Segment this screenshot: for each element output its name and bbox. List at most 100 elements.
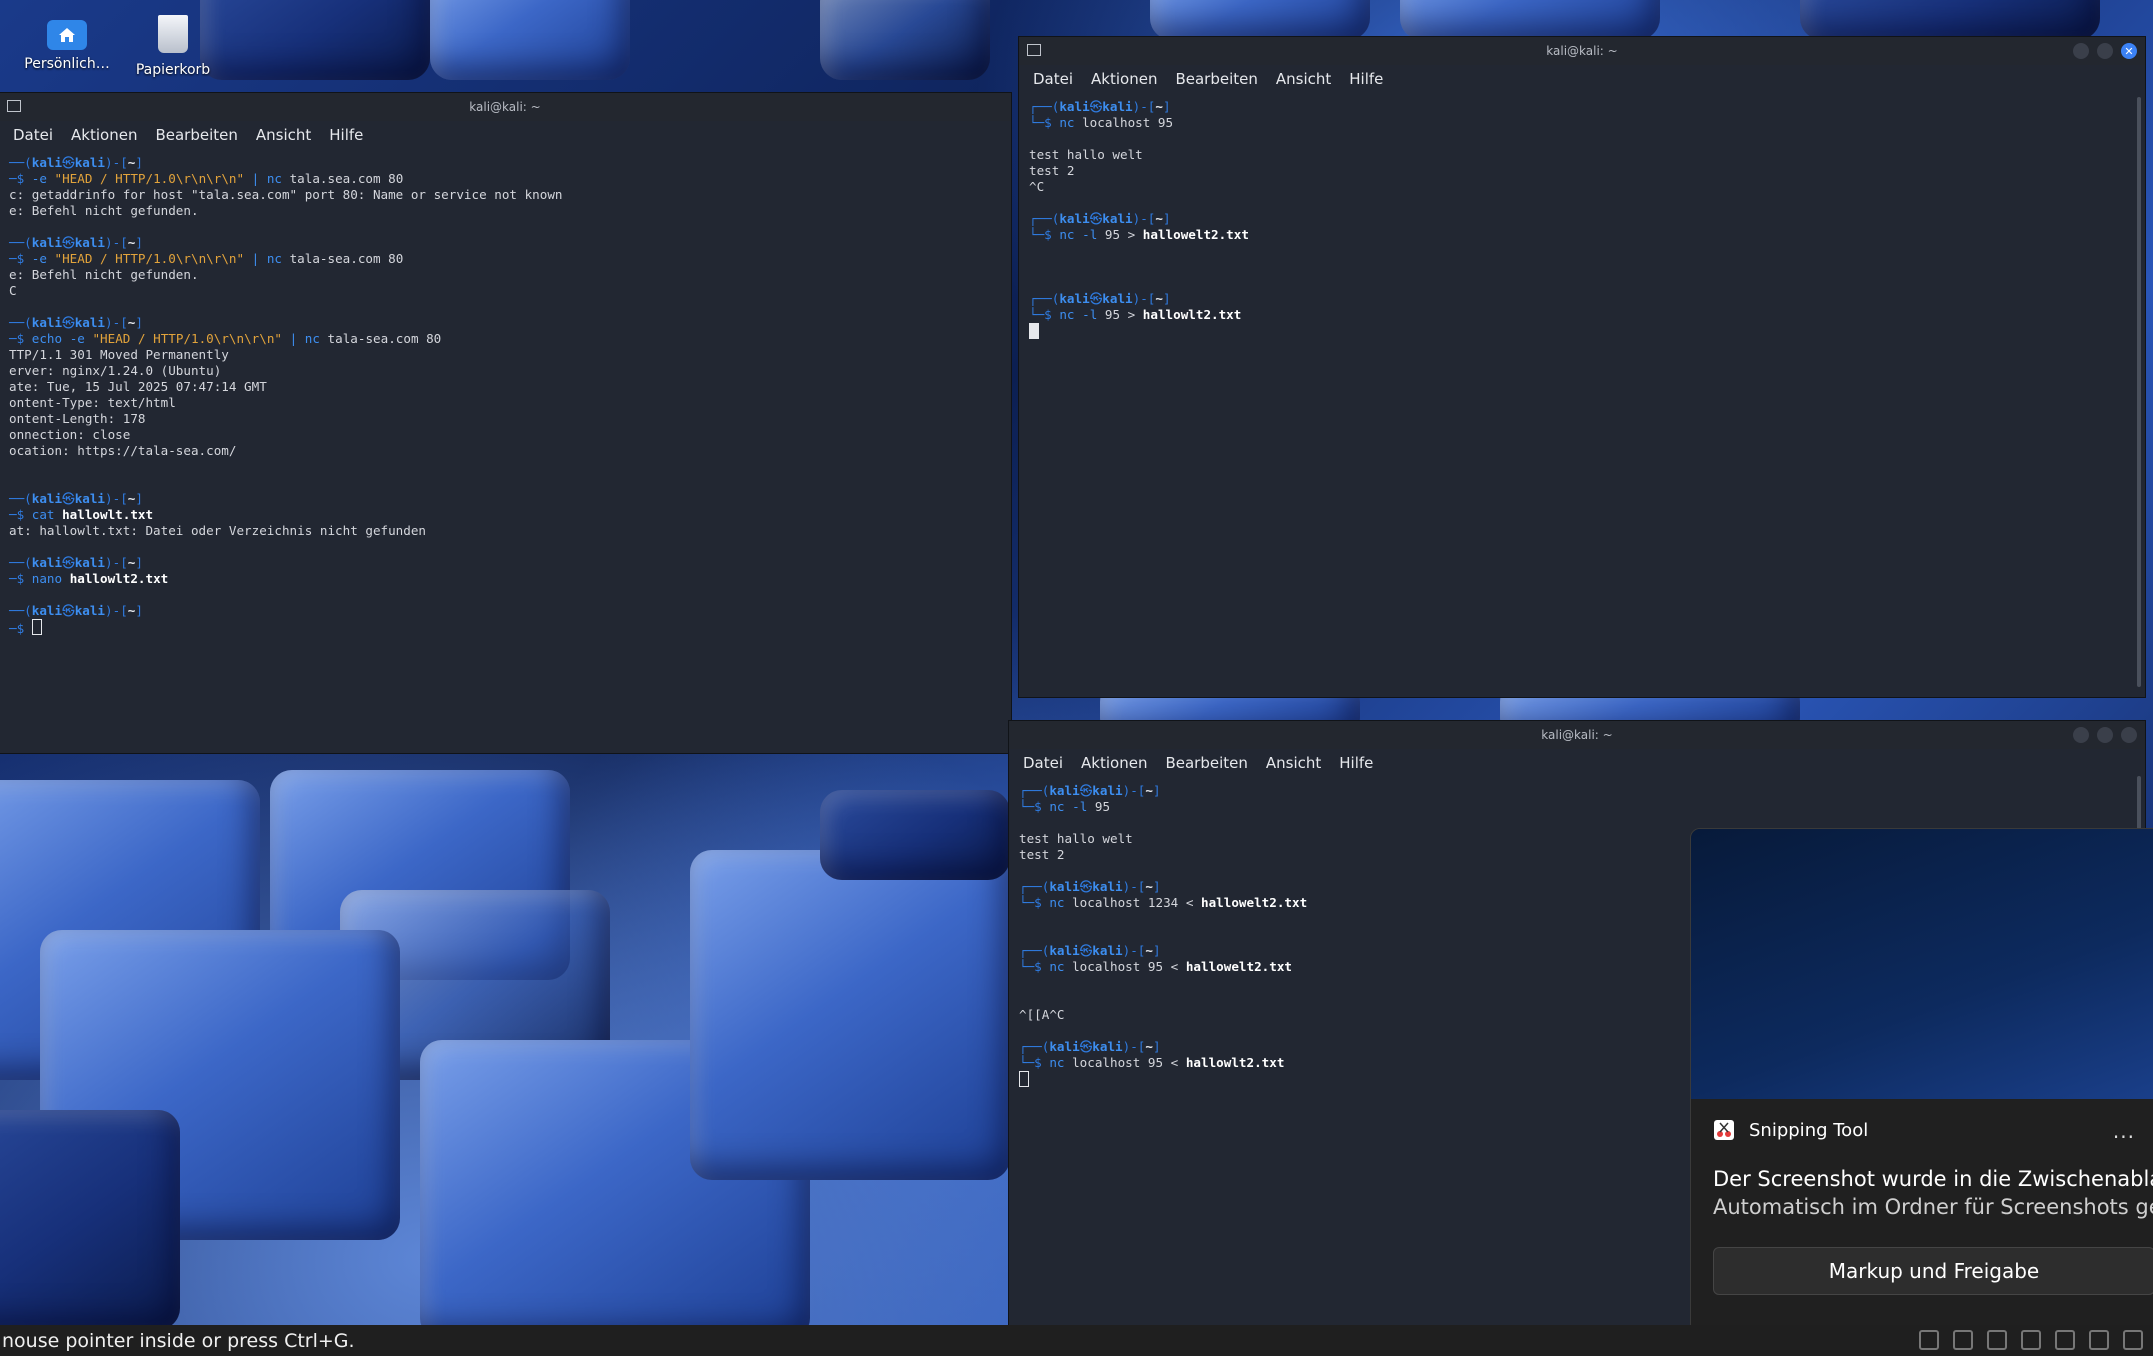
display-icon[interactable] bbox=[1953, 1330, 1973, 1350]
terminal-icon bbox=[1027, 44, 1041, 56]
wallpaper-cube bbox=[1150, 0, 1370, 40]
notification-app-name: Snipping Tool bbox=[1749, 1119, 1869, 1141]
desktop-icon-home[interactable]: Persönlich… bbox=[12, 12, 122, 72]
menu-aktionen[interactable]: Aktionen bbox=[1091, 70, 1157, 88]
menu-ansicht[interactable]: Ansicht bbox=[1276, 70, 1331, 88]
terminal-menubar: Datei Aktionen Bearbeiten Ansicht Hilfe bbox=[1019, 65, 2145, 93]
wallpaper-cube bbox=[820, 790, 1010, 880]
audio-icon[interactable] bbox=[1987, 1330, 2007, 1350]
text-cursor bbox=[1029, 323, 1039, 339]
terminal-line: TTP/1.1 301 Moved Permanently bbox=[9, 347, 229, 362]
wallpaper-cube bbox=[0, 1110, 180, 1330]
terminal-line: ontent-Type: text/html bbox=[9, 395, 176, 410]
status-text: nouse pointer inside or press Ctrl+G. bbox=[2, 1329, 355, 1352]
terminal-line: └─$ nc -l 95 bbox=[1019, 799, 1111, 814]
vm-status-bar: nouse pointer inside or press Ctrl+G. bbox=[0, 1325, 2153, 1356]
terminal-line: ^C bbox=[1029, 179, 1045, 194]
maximize-button[interactable] bbox=[2097, 727, 2113, 743]
scrollbar[interactable] bbox=[2137, 97, 2141, 687]
window-titlebar[interactable]: kali@kali: ~ ✕ bbox=[1019, 37, 2145, 65]
menu-datei[interactable]: Datei bbox=[1023, 754, 1063, 772]
terminal-line: ─$ echo -e "HEAD / HTTP/1.0\r\n\r\n" | n… bbox=[9, 331, 442, 346]
wallpaper-cube bbox=[200, 0, 430, 80]
terminal-line: ──(kali㉿kali)-[~] bbox=[9, 555, 143, 570]
settings-icon[interactable] bbox=[2089, 1330, 2109, 1350]
usb-icon[interactable] bbox=[2021, 1330, 2041, 1350]
menu-ansicht[interactable]: Ansicht bbox=[256, 126, 311, 144]
more-options-button[interactable]: ··· bbox=[2113, 1125, 2135, 1149]
close-button[interactable] bbox=[2121, 727, 2137, 743]
terminal-line: erver: nginx/1.24.0 (Ubuntu) bbox=[9, 363, 222, 378]
menu-hilfe[interactable]: Hilfe bbox=[1349, 70, 1383, 88]
terminal-line: ┌──(kali㉿kali)-[~] bbox=[1029, 211, 1171, 226]
text-cursor bbox=[31, 619, 42, 635]
window-title: kali@kali: ~ bbox=[469, 100, 541, 114]
menu-datei[interactable]: Datei bbox=[1033, 70, 1073, 88]
minimize-button[interactable] bbox=[2073, 43, 2089, 59]
terminal-line: ​ bbox=[9, 587, 1001, 603]
terminal-line: ─$ -e "HEAD / HTTP/1.0\r\n\r\n" | nc tal… bbox=[9, 251, 404, 266]
terminal-line: ──(kali㉿kali)-[~] bbox=[9, 235, 143, 250]
terminal-line: ──(kali㉿kali)-[~] bbox=[9, 491, 143, 506]
terminal-line: └─$ nc -l 95 > hallowelt2.txt bbox=[1029, 227, 1249, 242]
desktop-icon-label: Persönlich… bbox=[24, 56, 110, 72]
wallpaper-cube bbox=[1800, 0, 2100, 40]
notification-line-1: Der Screenshot wurde in die Zwischenabla… bbox=[1713, 1167, 2153, 1191]
screenshot-preview[interactable] bbox=[1691, 829, 2153, 1099]
keyboard-icon[interactable] bbox=[2123, 1330, 2143, 1350]
menu-hilfe[interactable]: Hilfe bbox=[1339, 754, 1373, 772]
menu-bearbeiten[interactable]: Bearbeiten bbox=[155, 126, 237, 144]
network-icon[interactable] bbox=[1919, 1330, 1939, 1350]
terminal-line: test 2 bbox=[1029, 163, 1075, 178]
terminal-line: ─$ cat hallowlt.txt bbox=[9, 507, 154, 522]
minimize-button[interactable] bbox=[2073, 727, 2089, 743]
terminal-line: ┌──(kali㉿kali)-[~] bbox=[1029, 291, 1171, 306]
terminal-window-top-right[interactable]: kali@kali: ~ ✕ Datei Aktionen Bearbeiten… bbox=[1018, 36, 2146, 698]
shared-folder-icon[interactable] bbox=[2055, 1330, 2075, 1350]
wallpaper-cube bbox=[690, 850, 1010, 1180]
terminal-output[interactable]: ┌──(kali㉿kali)-[~]└─$ nc localhost 95​te… bbox=[1019, 93, 2145, 347]
wallpaper-cube bbox=[1400, 0, 1660, 40]
terminal-window-left[interactable]: kali@kali: ~ Datei Aktionen Bearbeiten A… bbox=[0, 92, 1012, 754]
terminal-line: ​ bbox=[1029, 131, 2135, 147]
snipping-tool-notification[interactable]: Snipping Tool ··· Der Screenshot wurde i… bbox=[1690, 828, 2153, 1334]
desktop-icon-trash[interactable]: Papierkorb bbox=[118, 12, 228, 78]
menu-bearbeiten[interactable]: Bearbeiten bbox=[1175, 70, 1257, 88]
terminal-line: ontent-Length: 178 bbox=[9, 411, 146, 426]
window-titlebar[interactable]: kali@kali: ~ bbox=[1009, 721, 2145, 749]
window-titlebar[interactable]: kali@kali: ~ bbox=[0, 93, 1011, 121]
terminal-line: ──(kali㉿kali)-[~] bbox=[9, 155, 143, 170]
terminal-line: ─$ nano hallowlt2.txt bbox=[9, 571, 169, 586]
terminal-line: ​ bbox=[1029, 243, 2135, 259]
terminal-line: onnection: close bbox=[9, 427, 131, 442]
terminal-menubar: Datei Aktionen Bearbeiten Ansicht Hilfe bbox=[0, 121, 1011, 149]
wallpaper-cube bbox=[820, 0, 990, 80]
menu-aktionen[interactable]: Aktionen bbox=[1081, 754, 1147, 772]
terminal-line: at: hallowlt.txt: Datei oder Verzeichnis… bbox=[9, 523, 427, 538]
terminal-output[interactable]: ──(kali㉿kali)-[~] ─$ -e "HEAD / HTTP/1.0\… bbox=[0, 149, 1011, 643]
terminal-line: └─$ nc localhost 95 bbox=[1029, 115, 1174, 130]
menu-ansicht[interactable]: Ansicht bbox=[1266, 754, 1321, 772]
menu-aktionen[interactable]: Aktionen bbox=[71, 126, 137, 144]
maximize-button[interactable] bbox=[2097, 43, 2113, 59]
window-title: kali@kali: ~ bbox=[1546, 44, 1618, 58]
terminal-line: ─$ bbox=[9, 619, 1001, 637]
terminal-line: C bbox=[9, 283, 17, 298]
terminal-line: ──(kali㉿kali)-[~] bbox=[9, 315, 143, 330]
menu-hilfe[interactable]: Hilfe bbox=[329, 126, 363, 144]
terminal-icon bbox=[7, 100, 21, 112]
markup-share-button[interactable]: Markup und Freigabe bbox=[1713, 1247, 2153, 1295]
terminal-line: ​ bbox=[9, 475, 1001, 491]
terminal-line: ─$ -e "HEAD / HTTP/1.0\r\n\r\n" | nc tal… bbox=[9, 171, 404, 186]
menu-datei[interactable]: Datei bbox=[13, 126, 53, 144]
terminal-line: ​ bbox=[9, 459, 1001, 475]
menu-bearbeiten[interactable]: Bearbeiten bbox=[1165, 754, 1247, 772]
close-button[interactable]: ✕ bbox=[2121, 43, 2137, 59]
window-title: kali@kali: ~ bbox=[1541, 728, 1613, 742]
terminal-line: ──(kali㉿kali)-[~] bbox=[9, 603, 143, 618]
terminal-line: ​ bbox=[1029, 195, 2135, 211]
desktop-icon-label: Papierkorb bbox=[135, 62, 211, 78]
notification-line-2: Automatisch im Ordner für Screenshots ge… bbox=[1713, 1195, 2153, 1219]
trash-icon bbox=[151, 12, 195, 56]
home-folder-icon bbox=[47, 20, 87, 50]
